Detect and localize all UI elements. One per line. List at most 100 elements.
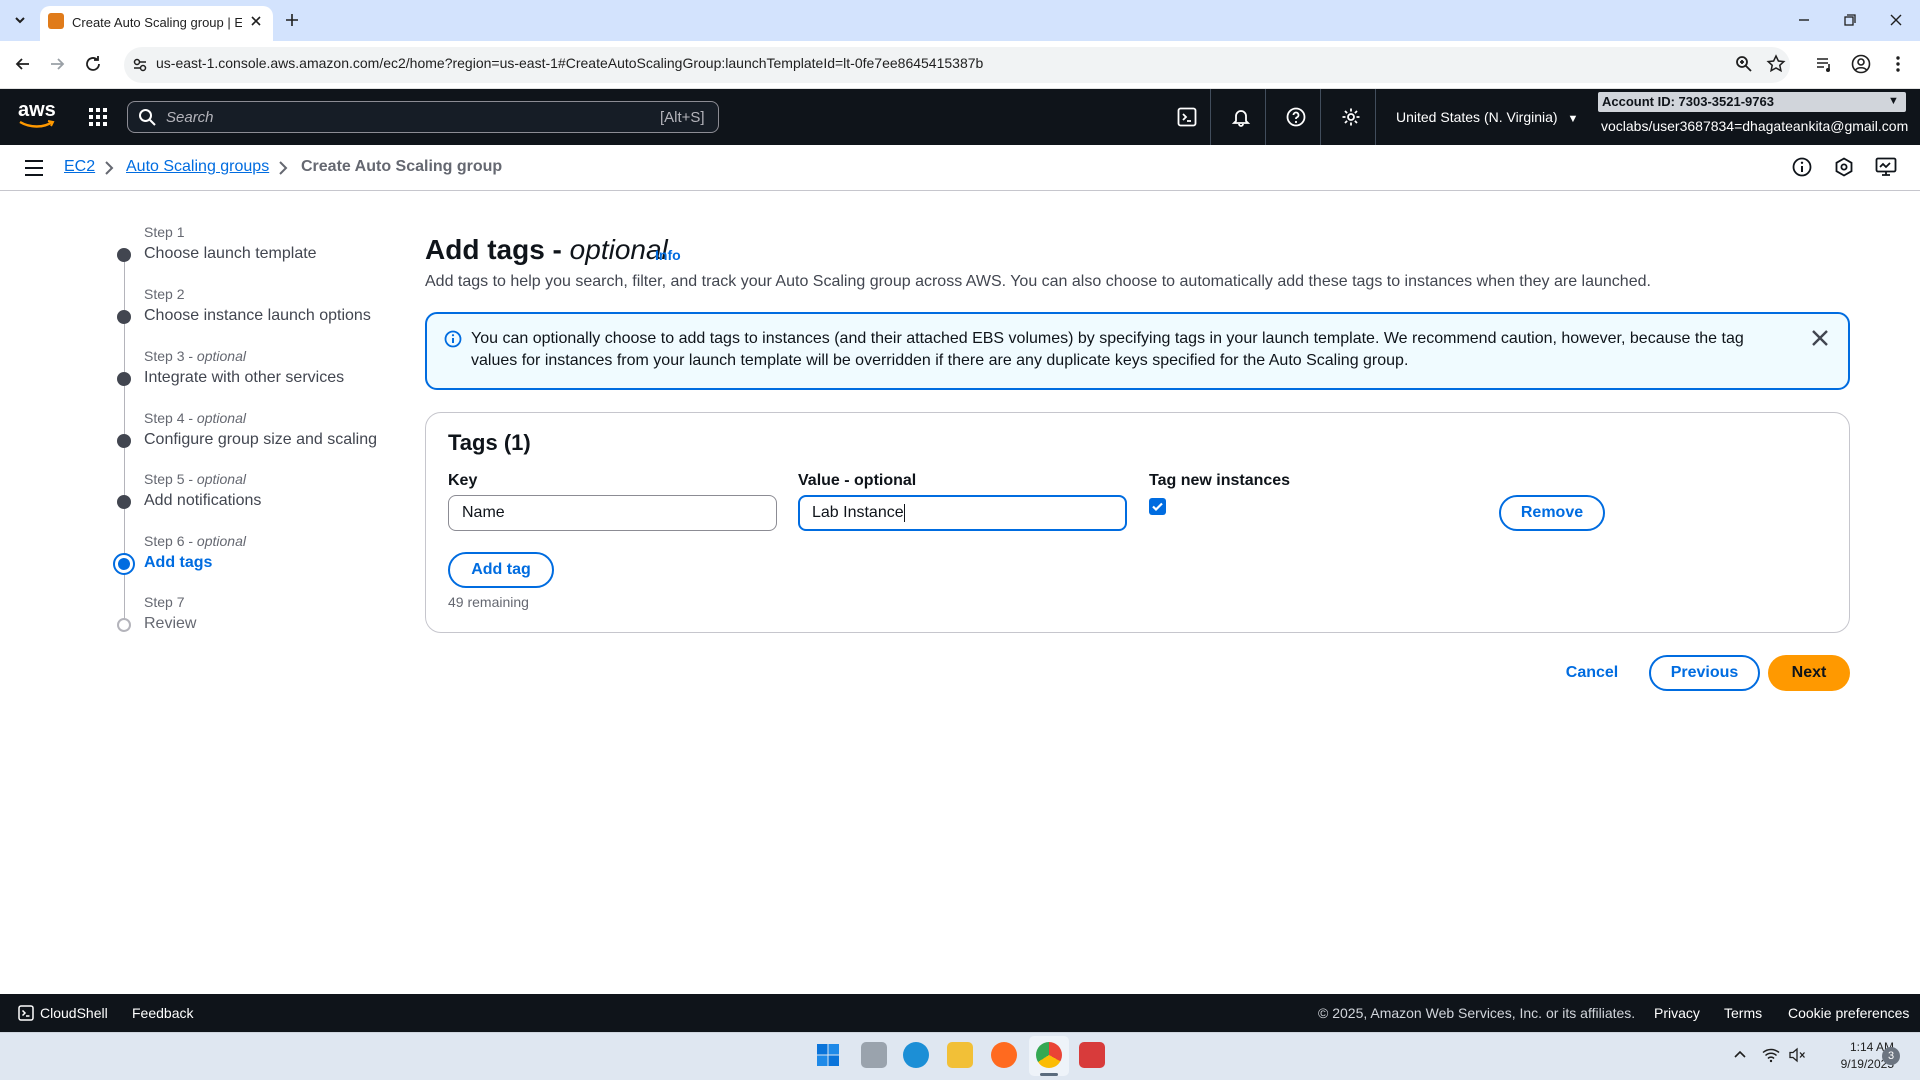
step-7-label: Step 7 (144, 594, 185, 610)
previous-button[interactable]: Previous (1649, 655, 1760, 691)
services-grid-icon[interactable] (88, 107, 108, 127)
cookie-preferences-link[interactable]: Cookie preferences (1788, 1005, 1909, 1021)
new-tab-icon[interactable] (282, 10, 302, 30)
security-settings-icon[interactable] (1834, 157, 1854, 177)
remove-tag-button[interactable]: Remove (1499, 495, 1605, 531)
dismiss-alert-icon[interactable] (1811, 329, 1829, 347)
step-6-label: Step 6 - optional (144, 533, 246, 549)
nav-divider (1210, 89, 1211, 145)
tag-new-instances-label: Tag new instances (1149, 472, 1291, 489)
search-shortcut: [Alt+S] (660, 109, 705, 126)
tag-key-input[interactable]: Name (448, 495, 777, 531)
notification-badge[interactable]: 3 (1882, 1047, 1900, 1065)
account-caret-icon[interactable]: ▼ (1888, 95, 1899, 107)
privacy-link[interactable]: Privacy (1654, 1005, 1700, 1021)
info-panel-icon[interactable] (1792, 157, 1812, 177)
text-cursor (903, 503, 905, 522)
tab-title: Create Auto Scaling group | EC2 (72, 15, 242, 30)
step-2-label: Step 2 (144, 286, 185, 302)
step-5-title[interactable]: Add notifications (144, 492, 261, 510)
url-text[interactable]: us-east-1.console.aws.amazon.com/ec2/hom… (156, 55, 983, 71)
step-4-dot (117, 434, 131, 448)
firefox-icon[interactable] (991, 1042, 1017, 1068)
step-5-label: Step 5 - optional (144, 471, 246, 487)
key-label: Key (448, 472, 478, 489)
caret-down-icon: ▼ (1567, 113, 1579, 125)
page-title: Add tags - optional (425, 234, 668, 265)
cloudshell-icon[interactable] (1177, 107, 1197, 127)
cancel-button[interactable]: Cancel (1557, 655, 1627, 691)
add-tag-button[interactable]: Add tag (448, 552, 554, 588)
close-tab-icon[interactable] (248, 13, 264, 29)
side-nav-toggle-icon[interactable] (24, 159, 44, 177)
step-4-title[interactable]: Configure group size and scaling (144, 431, 377, 449)
help-icon[interactable] (1286, 107, 1306, 127)
monitor-panel-icon[interactable] (1875, 157, 1897, 177)
page-description: Add tags to help you search, filter, and… (425, 273, 1651, 290)
file-explorer-icon[interactable] (947, 1042, 973, 1068)
step-1-dot (117, 248, 131, 262)
aws-logo[interactable]: aws (18, 100, 56, 132)
task-view-icon[interactable] (861, 1042, 887, 1068)
forward-icon[interactable] (46, 53, 68, 75)
media-controls-icon[interactable] (1814, 54, 1834, 74)
step-2-dot (117, 310, 131, 324)
settings-gear-icon[interactable] (1341, 107, 1361, 127)
account-id: Account ID: 7303-3521-9763 (1602, 94, 1774, 109)
start-windows-icon[interactable] (816, 1043, 840, 1067)
chevron-right-icon (276, 160, 290, 176)
volume-muted-icon[interactable] (1788, 1047, 1806, 1063)
aws-search-input[interactable] (127, 101, 719, 133)
back-icon[interactable] (12, 53, 34, 75)
user-email[interactable]: voclabs/user3687834=dhagateankita@gmail.… (1601, 118, 1908, 134)
close-window-icon[interactable] (1886, 10, 1906, 30)
show-hidden-icons-icon[interactable] (1733, 1048, 1747, 1062)
profile-icon[interactable] (1850, 53, 1872, 75)
zoom-icon[interactable] (1734, 54, 1754, 74)
aws-favicon-icon (48, 13, 64, 29)
search-placeholder: Search (166, 109, 214, 126)
step-3-title[interactable]: Integrate with other services (144, 369, 344, 387)
step-3-label: Step 3 - optional (144, 348, 246, 364)
step-1-label: Step 1 (144, 224, 185, 240)
wifi-icon[interactable] (1762, 1047, 1780, 1063)
step-7-title: Review (144, 615, 197, 632)
cloudshell-footer-icon[interactable] (18, 1005, 34, 1021)
tags-heading: Tags (1) (448, 430, 531, 455)
tag-new-instances-checkbox[interactable] (1149, 498, 1166, 515)
step-6-title: Add tags (144, 554, 213, 571)
tags-remaining: 49 remaining (448, 594, 529, 610)
feedback-link[interactable]: Feedback (132, 1005, 193, 1021)
step-7-dot (117, 618, 131, 632)
copyright-text: © 2025, Amazon Web Services, Inc. or its… (1318, 1005, 1636, 1021)
nav-divider (1320, 89, 1321, 145)
bookmark-star-icon[interactable] (1766, 54, 1786, 74)
info-link[interactable]: Info (655, 247, 681, 263)
nav-divider (1375, 89, 1376, 145)
step-5-dot (117, 495, 131, 509)
active-app-underline (1040, 1073, 1058, 1076)
value-label: Value - optional (798, 472, 917, 489)
alert-message: You can optionally choose to add tags to… (471, 330, 1744, 369)
snipping-tool-icon[interactable] (1079, 1042, 1105, 1068)
browser-menu-icon[interactable] (1888, 53, 1908, 75)
region-selector[interactable]: United States (N. Virginia) ▼ (1396, 109, 1578, 125)
minimize-window-icon[interactable] (1794, 10, 1814, 30)
step-6-current-indicator (113, 553, 135, 575)
terms-link[interactable]: Terms (1724, 1005, 1762, 1021)
tab-list-dropdown-icon[interactable] (10, 10, 30, 30)
tag-value-input[interactable]: Lab Instance (798, 495, 1127, 531)
checkmark-icon (1152, 502, 1163, 512)
next-button[interactable]: Next (1768, 655, 1850, 691)
notifications-bell-icon[interactable] (1231, 107, 1251, 127)
reload-icon[interactable] (82, 53, 104, 75)
chrome-icon[interactable] (1036, 1042, 1062, 1068)
breadcrumb-auto-scaling-groups[interactable]: Auto Scaling groups (126, 158, 269, 176)
step-2-title[interactable]: Choose instance launch options (144, 307, 371, 325)
site-info-icon[interactable] (130, 55, 150, 75)
cloudshell-link[interactable]: CloudShell (40, 1005, 108, 1021)
step-1-title[interactable]: Choose launch template (144, 245, 317, 263)
edge-browser-icon[interactable] (903, 1042, 929, 1068)
restore-window-icon[interactable] (1840, 10, 1860, 30)
breadcrumb-ec2[interactable]: EC2 (64, 158, 95, 176)
